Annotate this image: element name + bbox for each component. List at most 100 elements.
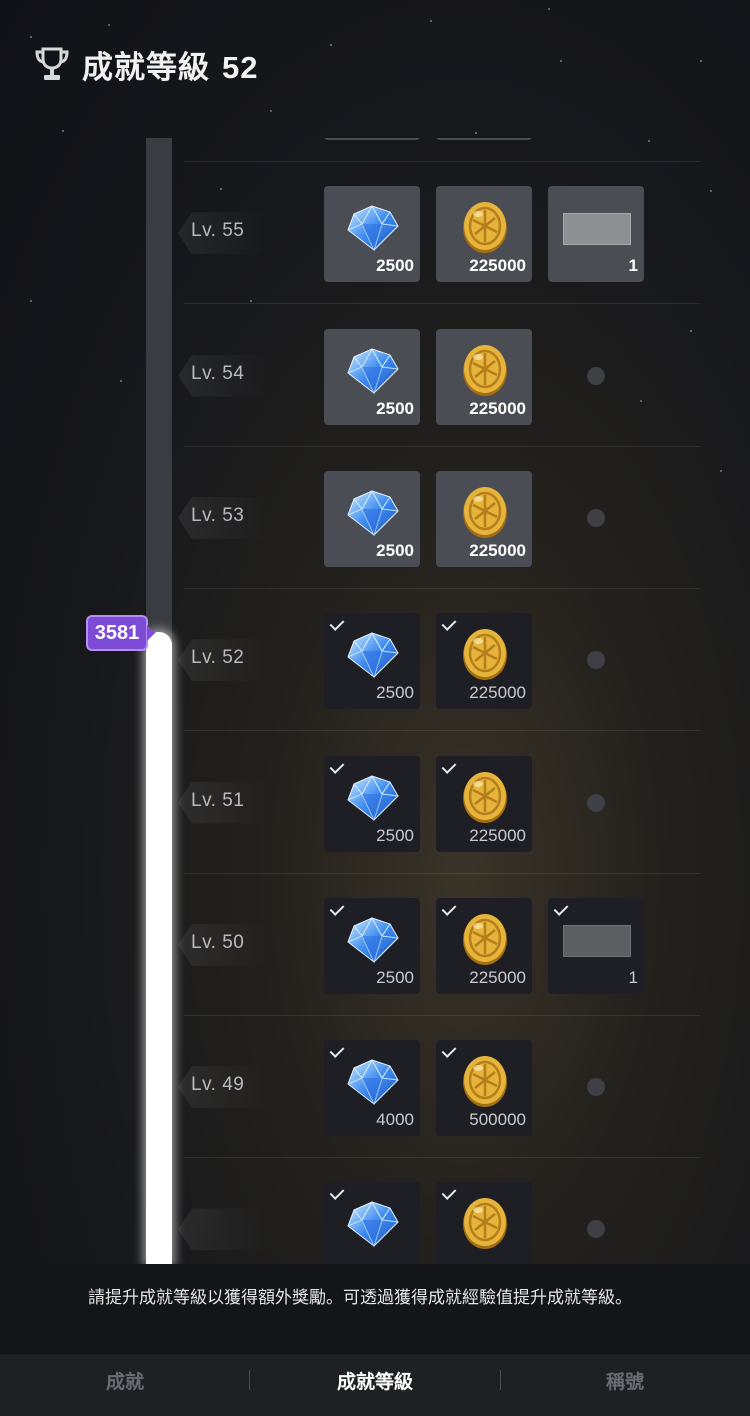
tab-label: 成就等級 — [336, 1371, 413, 1393]
reward-row: Lv. 50 2500 225000 1 — [0, 874, 750, 1016]
diamond-icon — [347, 347, 399, 394]
checkmark-icon — [442, 1044, 460, 1060]
exp-value: 3581 — [94, 621, 140, 644]
reward-quantity: 2500 — [376, 256, 414, 276]
reward-quantity: 1 — [628, 967, 638, 987]
info-note-text: 請提升成就等級以獲得額外獎勵。可透過獲得成就經驗值提升成就等級。 — [88, 1288, 632, 1307]
level-label: Lv. 49 — [191, 1074, 245, 1096]
reward-gem[interactable]: 2500 — [324, 138, 420, 140]
gold-coin-icon — [463, 1056, 507, 1108]
reward-quantity: 225000 — [469, 256, 526, 276]
empty-slot-dot — [587, 651, 605, 670]
reward-coin[interactable]: 500000 — [436, 1040, 532, 1137]
level-label: Lv. 53 — [191, 504, 245, 526]
diamond-icon — [347, 489, 399, 537]
star — [548, 8, 550, 10]
reward-gem[interactable]: 2500 — [324, 897, 420, 994]
gold-coin-icon — [463, 486, 507, 538]
reward-quantity: 1 — [628, 256, 638, 276]
diamond-icon — [347, 1201, 399, 1248]
page-header: 成就等級 52 — [32, 40, 258, 88]
tab-achievement-level[interactable]: 成就等級 — [250, 1354, 500, 1406]
page-title: 成就等級 52 — [82, 42, 258, 87]
star — [560, 60, 562, 62]
empty-slot-dot — [587, 1078, 605, 1097]
reward-quantity: 225000 — [469, 540, 526, 560]
tab-label: 稱號 — [605, 1371, 644, 1393]
achievement-level-value: 52 — [222, 49, 259, 85]
level-list[interactable]: 2500 225000 Lv. 55 2500 225000 1 Lv. 54 2500 225… — [0, 138, 750, 1264]
checkmark-icon — [554, 902, 572, 918]
empty-slot-dot — [587, 793, 605, 812]
star — [430, 20, 432, 22]
star — [30, 36, 32, 38]
tab-label: 成就 — [105, 1371, 144, 1393]
gold-coin-icon — [463, 202, 507, 254]
reward-row: 2500 225000 — [0, 138, 750, 162]
reward-quantity: 225000 — [469, 683, 526, 703]
reward-row: Lv. 52 2500 225000 — [0, 589, 750, 732]
gold-coin-icon — [463, 1198, 507, 1250]
trophy-icon — [35, 47, 69, 80]
reward-quantity: 225000 — [469, 967, 526, 987]
diamond-icon — [347, 916, 399, 964]
tab-achievements[interactable]: 成就 — [0, 1354, 250, 1406]
reward-gem[interactable]: 2500 — [324, 328, 420, 425]
reward-row: Lv. 55 2500 225000 1 — [0, 162, 750, 305]
reward-gem[interactable]: 4000 — [324, 1040, 420, 1137]
level-label: Lv. 52 — [191, 647, 245, 669]
star — [700, 60, 702, 62]
diamond-icon — [347, 632, 399, 679]
level-label: Lv. 54 — [191, 362, 245, 384]
exp-badge: 3581 — [86, 615, 155, 651]
level-label: Lv. 55 — [191, 220, 245, 242]
reward-card[interactable]: 1 — [548, 897, 644, 994]
reward-gem[interactable]: 2500 — [324, 613, 420, 710]
page-title-text: 成就等級 — [82, 49, 210, 85]
reward-coin[interactable]: 225000 — [436, 613, 532, 710]
reward-coin[interactable]: 225000 — [436, 755, 532, 852]
reward-row: Lv. 54 2500 225000 — [0, 305, 750, 447]
reward-coin[interactable]: 225000 — [436, 897, 532, 994]
gold-coin-icon — [463, 344, 507, 396]
gold-coin-icon — [463, 629, 507, 681]
empty-slot-dot — [587, 366, 605, 385]
reward-row: Lv. 49 4000 500000 — [0, 1016, 750, 1159]
reward-gem[interactable]: 2500 — [324, 755, 420, 852]
reward-card[interactable]: 1 — [548, 186, 644, 283]
reward-row: Lv. 53 2500 225000 — [0, 447, 750, 589]
reward-quantity: 2500 — [376, 540, 414, 560]
card-icon — [563, 924, 631, 957]
gold-coin-icon — [463, 913, 507, 965]
checkmark-icon — [442, 617, 460, 633]
reward-coin[interactable]: 225000 — [436, 470, 532, 567]
reward-quantity: 4000 — [376, 1110, 414, 1130]
reward-gem[interactable] — [324, 1182, 420, 1264]
star — [270, 110, 272, 112]
reward-coin[interactable]: 225000 — [436, 186, 532, 283]
diamond-icon — [347, 1059, 399, 1106]
card-icon — [563, 213, 631, 246]
reward-quantity: 225000 — [469, 825, 526, 845]
reward-quantity: 225000 — [469, 398, 526, 418]
reward-coin[interactable]: 225000 — [436, 328, 532, 425]
info-note: 請提升成就等級以獲得額外獎勵。可透過獲得成就經驗值提升成就等級。 — [0, 1264, 750, 1354]
level-label: Lv. 51 — [191, 789, 245, 811]
checkmark-icon — [442, 1186, 460, 1202]
reward-coin[interactable]: 225000 — [436, 138, 532, 140]
gold-coin-icon — [463, 771, 507, 823]
level-label: Lv. 50 — [191, 931, 245, 953]
reward-quantity: 500000 — [469, 1110, 526, 1130]
reward-coin[interactable] — [436, 1182, 532, 1264]
reward-quantity: 2500 — [376, 398, 414, 418]
reward-gem[interactable]: 2500 — [324, 470, 420, 567]
diamond-icon — [347, 205, 399, 252]
reward-row — [0, 1158, 750, 1264]
reward-quantity: 2500 — [376, 825, 414, 845]
star — [62, 130, 64, 132]
empty-slot-dot — [587, 508, 605, 527]
star — [108, 24, 110, 26]
reward-quantity: 2500 — [376, 683, 414, 703]
reward-gem[interactable]: 2500 — [324, 186, 420, 283]
tab-titles[interactable]: 稱號 — [500, 1354, 750, 1406]
